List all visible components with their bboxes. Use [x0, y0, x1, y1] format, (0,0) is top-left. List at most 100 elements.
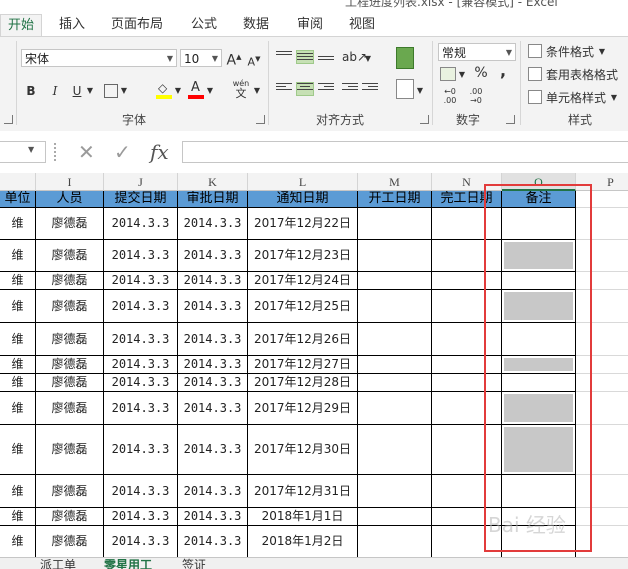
column-header-p[interactable]: P: [576, 173, 628, 191]
table-cell[interactable]: 2014.3.3: [104, 208, 178, 240]
table-cell[interactable]: 维: [0, 272, 36, 290]
table-cell[interactable]: 2014.3.3: [178, 425, 248, 475]
grid-cell[interactable]: [576, 392, 628, 425]
table-cell[interactable]: 廖德磊: [36, 240, 104, 272]
bold-button[interactable]: B: [24, 83, 38, 99]
grid-cell[interactable]: [576, 526, 628, 557]
grid-cell[interactable]: [576, 425, 628, 475]
increase-decimal-button[interactable]: ←0 .00: [440, 87, 460, 105]
table-cell[interactable]: 2014.3.3: [104, 240, 178, 272]
grid-cell[interactable]: [576, 208, 628, 240]
table-cell[interactable]: 廖德磊: [36, 290, 104, 323]
cancel-icon[interactable]: ✕: [78, 142, 95, 162]
column-header-i[interactable]: I: [36, 173, 104, 191]
table-cell[interactable]: [358, 374, 432, 392]
tab-insert[interactable]: 插入: [52, 14, 92, 36]
worksheet-grid[interactable]: I J K L M N O P 单位 人员 提交日期 审批日期 通知日期 开工日期 完工日期…: [0, 173, 628, 557]
table-cell[interactable]: [432, 323, 502, 356]
table-cell[interactable]: 维: [0, 526, 36, 557]
increase-indent-icon[interactable]: [362, 83, 378, 95]
table-cell[interactable]: [432, 425, 502, 475]
number-format-select[interactable]: 常规 ▼: [438, 43, 516, 61]
sheet-tab-visa[interactable]: 签证: [182, 558, 206, 569]
table-cell[interactable]: 2017年12月28日: [248, 374, 358, 392]
table-cell[interactable]: [502, 272, 576, 290]
underline-button[interactable]: U: [70, 83, 84, 99]
table-cell[interactable]: [502, 290, 576, 323]
table-cell[interactable]: 廖德磊: [36, 508, 104, 526]
decrease-indent-icon[interactable]: [342, 83, 358, 95]
table-cell[interactable]: 2014.3.3: [178, 475, 248, 508]
table-cell[interactable]: 2017年12月31日: [248, 475, 358, 508]
table-cell[interactable]: 维: [0, 374, 36, 392]
table-cell[interactable]: 维: [0, 356, 36, 374]
chevron-down-icon[interactable]: ▼: [598, 44, 606, 60]
table-cell[interactable]: 廖德磊: [36, 475, 104, 508]
table-cell[interactable]: 维: [0, 323, 36, 356]
accounting-format-icon[interactable]: [440, 67, 456, 81]
table-cell[interactable]: 廖德磊: [36, 374, 104, 392]
cell-styles-icon[interactable]: [528, 90, 542, 104]
table-header-cell[interactable]: 开工日期: [358, 191, 432, 208]
conditional-formatting-icon[interactable]: [528, 44, 542, 58]
table-cell[interactable]: 廖德磊: [36, 323, 104, 356]
table-cell[interactable]: 2014.3.3: [104, 356, 178, 374]
table-cell[interactable]: 2014.3.3: [104, 526, 178, 557]
table-cell[interactable]: [358, 290, 432, 323]
align-left-icon[interactable]: [276, 83, 292, 95]
table-cell[interactable]: [502, 323, 576, 356]
shrink-font-button[interactable]: A▼: [246, 51, 262, 71]
percent-style-button[interactable]: %: [474, 65, 488, 81]
table-header-cell[interactable]: 审批日期: [178, 191, 248, 208]
column-header-j[interactable]: J: [104, 173, 178, 191]
table-cell[interactable]: 维: [0, 475, 36, 508]
clipboard-launcher-icon[interactable]: [4, 115, 13, 124]
formula-input[interactable]: [182, 141, 628, 163]
table-cell[interactable]: [432, 392, 502, 425]
sheet-tab-dispatch[interactable]: 派工单: [40, 558, 76, 569]
table-cell[interactable]: [432, 240, 502, 272]
font-color-button[interactable]: A: [188, 80, 204, 99]
orientation-icon[interactable]: ab↗: [342, 49, 367, 65]
font-launcher-icon[interactable]: [256, 115, 265, 124]
grid-cell[interactable]: [576, 475, 628, 508]
align-bottom-icon[interactable]: [318, 51, 334, 63]
sheet-tab-odd-jobs[interactable]: 零星用工: [104, 558, 152, 569]
grid-cell[interactable]: [576, 191, 628, 208]
table-cell[interactable]: [358, 508, 432, 526]
formula-bar-grip[interactable]: [54, 143, 59, 161]
table-cell[interactable]: 2017年12月23日: [248, 240, 358, 272]
table-cell[interactable]: 2014.3.3: [104, 290, 178, 323]
table-cell[interactable]: 廖德磊: [36, 356, 104, 374]
align-middle-icon[interactable]: [296, 50, 314, 64]
table-cell[interactable]: 2014.3.3: [104, 508, 178, 526]
column-header-n[interactable]: N: [432, 173, 502, 191]
table-cell[interactable]: [358, 475, 432, 508]
enter-icon[interactable]: ✓: [114, 142, 131, 162]
table-header-cell[interactable]: 提交日期: [104, 191, 178, 208]
insert-function-button[interactable]: fx: [150, 140, 169, 164]
table-cell[interactable]: 维: [0, 392, 36, 425]
table-cell[interactable]: 2018年1月2日: [248, 526, 358, 557]
table-cell[interactable]: 2014.3.3: [178, 374, 248, 392]
table-cell[interactable]: [432, 208, 502, 240]
table-header-cell[interactable]: 备注: [502, 191, 576, 208]
table-cell[interactable]: [432, 508, 502, 526]
table-cell[interactable]: 2014.3.3: [104, 323, 178, 356]
table-cell[interactable]: [502, 392, 576, 425]
fill-color-button[interactable]: ◇: [156, 81, 172, 99]
decrease-decimal-button[interactable]: .00 →0: [466, 87, 486, 105]
table-cell[interactable]: 2014.3.3: [104, 392, 178, 425]
table-cell[interactable]: [358, 526, 432, 557]
table-cell[interactable]: 2014.3.3: [178, 290, 248, 323]
table-cell[interactable]: [432, 356, 502, 374]
comma-style-button[interactable]: ,: [496, 63, 510, 79]
table-cell[interactable]: 2017年12月27日: [248, 356, 358, 374]
table-cell[interactable]: 廖德磊: [36, 208, 104, 240]
wrap-text-icon[interactable]: [396, 47, 414, 69]
table-cell[interactable]: 2014.3.3: [178, 240, 248, 272]
table-cell[interactable]: 维: [0, 425, 36, 475]
table-cell[interactable]: 2014.3.3: [104, 475, 178, 508]
chevron-down-icon[interactable]: ▼: [120, 83, 128, 99]
table-cell[interactable]: [432, 272, 502, 290]
